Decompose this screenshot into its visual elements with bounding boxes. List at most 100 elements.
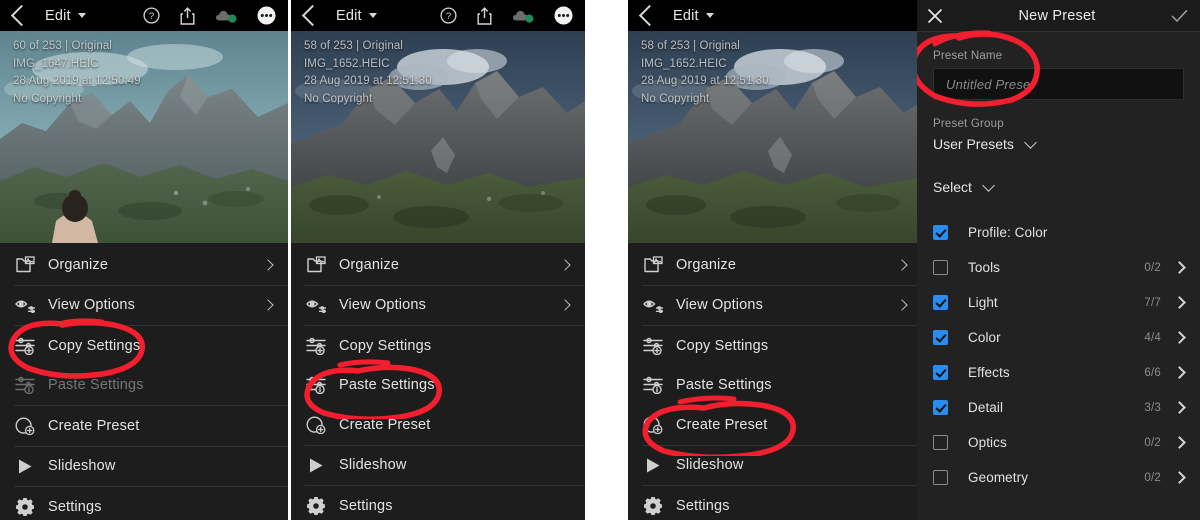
copy-settings-icon	[305, 335, 327, 357]
menu-item-settings[interactable]: Settings	[0, 487, 288, 520]
checkbox-checked-icon[interactable]	[933, 225, 948, 240]
help-circle-icon[interactable]: ?	[440, 7, 457, 24]
checkbox-checked-icon[interactable]	[933, 330, 948, 345]
help-circle-icon[interactable]: ?	[143, 7, 160, 24]
chevron-right-icon[interactable]	[1173, 296, 1186, 309]
menu-item-paste-settings[interactable]: Paste Settings	[628, 366, 922, 406]
paste-settings-icon	[14, 377, 35, 395]
menu-item-create-preset[interactable]: Create Preset	[291, 405, 585, 445]
menu-item-organize[interactable]: Organize	[291, 245, 585, 285]
menu-item-slideshow[interactable]: Slideshow	[291, 446, 585, 486]
menu-item-view-options[interactable]: View Options	[628, 286, 922, 326]
check-icon[interactable]	[1171, 9, 1188, 23]
menu-item-create-preset[interactable]: Create Preset	[0, 406, 288, 446]
settings-gear-icon	[642, 495, 664, 517]
menu-item-label: Settings	[48, 498, 102, 515]
checkbox-checked-icon[interactable]	[933, 295, 948, 310]
photo-counter: 58 of 253 | Original	[641, 40, 740, 52]
preset-group-dropdown[interactable]: User Presets	[933, 135, 1184, 152]
more-options-icon[interactable]	[257, 6, 276, 25]
create-preset-icon	[305, 414, 327, 436]
menu-item-copy-settings[interactable]: Copy Settings	[0, 326, 288, 366]
copy-settings-icon	[642, 337, 663, 355]
chevron-down-icon	[1024, 135, 1037, 149]
menu-item-create-preset[interactable]: Create Preset	[628, 405, 922, 445]
preset-option-geometry[interactable]: Geometry 0/2	[933, 460, 1186, 495]
new-preset-dialog: New Preset Preset Name Untitled Preset P…	[917, 0, 1200, 520]
menu-item-view-options[interactable]: View Options	[291, 286, 585, 326]
photo-preview[interactable]: 58 of 253 | Original IMG_1652.HEIC 28 Au…	[291, 31, 585, 243]
checkbox-unchecked-icon[interactable]	[933, 435, 948, 450]
preset-option-profile-color[interactable]: Profile: Color	[933, 215, 1184, 250]
checkbox-unchecked-icon[interactable]	[933, 260, 948, 275]
view-options-icon	[306, 300, 326, 314]
preset-option-label: Tools	[968, 260, 1001, 275]
preset-option-effects[interactable]: Effects 6/6	[933, 355, 1186, 390]
chevron-right-icon[interactable]	[1173, 331, 1186, 344]
dialog-header: New Preset	[917, 0, 1200, 32]
chevron-right-icon[interactable]	[1173, 366, 1186, 379]
checkbox-unchecked-icon[interactable]	[933, 470, 948, 485]
photo-filename: IMG_1647.HEIC	[13, 57, 99, 70]
share-icon[interactable]	[180, 6, 195, 25]
copy-settings-icon	[14, 337, 35, 355]
chevron-right-icon	[896, 299, 908, 311]
organize-icon	[15, 256, 35, 273]
photo-counter: 58 of 253 | Original	[304, 40, 403, 52]
slideshow-icon	[647, 458, 660, 473]
more-options-icon[interactable]	[554, 6, 573, 25]
panel-seam-2	[585, 0, 628, 520]
menu-item-copy-settings[interactable]: Copy Settings	[291, 326, 585, 366]
preset-option-color[interactable]: Color 4/4	[933, 320, 1186, 355]
menu-item-label: Copy Settings	[48, 337, 141, 354]
menu-item-organize[interactable]: Organize	[628, 245, 922, 285]
preset-option-optics[interactable]: Optics 0/2	[933, 425, 1186, 460]
chevron-left-icon[interactable]	[10, 4, 33, 27]
preset-option-light[interactable]: Light 7/7	[933, 285, 1186, 320]
cloud-sync-icon[interactable]	[512, 8, 534, 23]
cloud-sync-icon[interactable]	[215, 8, 237, 23]
chevron-right-icon[interactable]	[1173, 436, 1186, 449]
menu-item-organize[interactable]: Organize	[0, 245, 288, 285]
chevron-left-icon[interactable]	[638, 4, 661, 27]
menu-item-paste-settings[interactable]: Paste Settings	[291, 366, 585, 406]
chevron-right-icon	[262, 259, 274, 271]
slideshow-icon	[305, 454, 327, 476]
caret-down-icon[interactable]	[368, 13, 377, 18]
menu-item-settings[interactable]: Settings	[291, 486, 585, 520]
caret-down-icon[interactable]	[705, 13, 714, 18]
preset-option-tools[interactable]: Tools 0/2	[933, 250, 1186, 285]
checkbox-checked-icon[interactable]	[933, 400, 948, 415]
preset-option-count: 0/2	[1144, 471, 1161, 484]
top-toolbar: Edit ?	[291, 0, 585, 31]
caret-down-icon[interactable]	[77, 13, 86, 18]
share-icon[interactable]	[477, 6, 492, 25]
chevron-left-icon[interactable]	[301, 4, 324, 27]
edit-menu-label[interactable]: Edit	[45, 8, 71, 24]
menu-item-label: Create Preset	[339, 416, 431, 433]
preset-option-detail[interactable]: Detail 3/3	[933, 390, 1186, 425]
preset-name-input[interactable]: Untitled Preset	[933, 68, 1184, 100]
panel-seam-1	[288, 0, 291, 520]
menu-item-copy-settings[interactable]: Copy Settings	[628, 326, 922, 366]
chevron-right-icon[interactable]	[1173, 401, 1186, 414]
close-x-icon[interactable]	[927, 8, 943, 24]
view-options-icon	[642, 294, 664, 316]
menu-item-view-options[interactable]: View Options	[0, 286, 288, 326]
menu-item-slideshow[interactable]: Slideshow	[0, 447, 288, 487]
chevron-right-icon[interactable]	[1173, 261, 1186, 274]
copy-settings-icon	[305, 337, 326, 355]
preset-option-label: Optics	[968, 435, 1007, 450]
select-dropdown[interactable]: Select	[933, 178, 1184, 195]
menu-item-slideshow[interactable]: Slideshow	[628, 446, 922, 486]
menu-item-settings[interactable]: Settings	[628, 486, 922, 520]
menu-item-label: View Options	[676, 297, 763, 314]
chevron-right-icon[interactable]	[1173, 471, 1186, 484]
photo-preview[interactable]: 60 of 253 | Original IMG_1647.HEIC 28 Au…	[0, 31, 288, 243]
menu-item-label: Slideshow	[339, 457, 407, 474]
menu-item-label: Paste Settings	[676, 377, 772, 394]
edit-menu-label[interactable]: Edit	[336, 8, 362, 24]
checkbox-checked-icon[interactable]	[933, 365, 948, 380]
edit-menu-label[interactable]: Edit	[673, 8, 699, 24]
preset-group-label: Preset Group	[933, 118, 1004, 130]
